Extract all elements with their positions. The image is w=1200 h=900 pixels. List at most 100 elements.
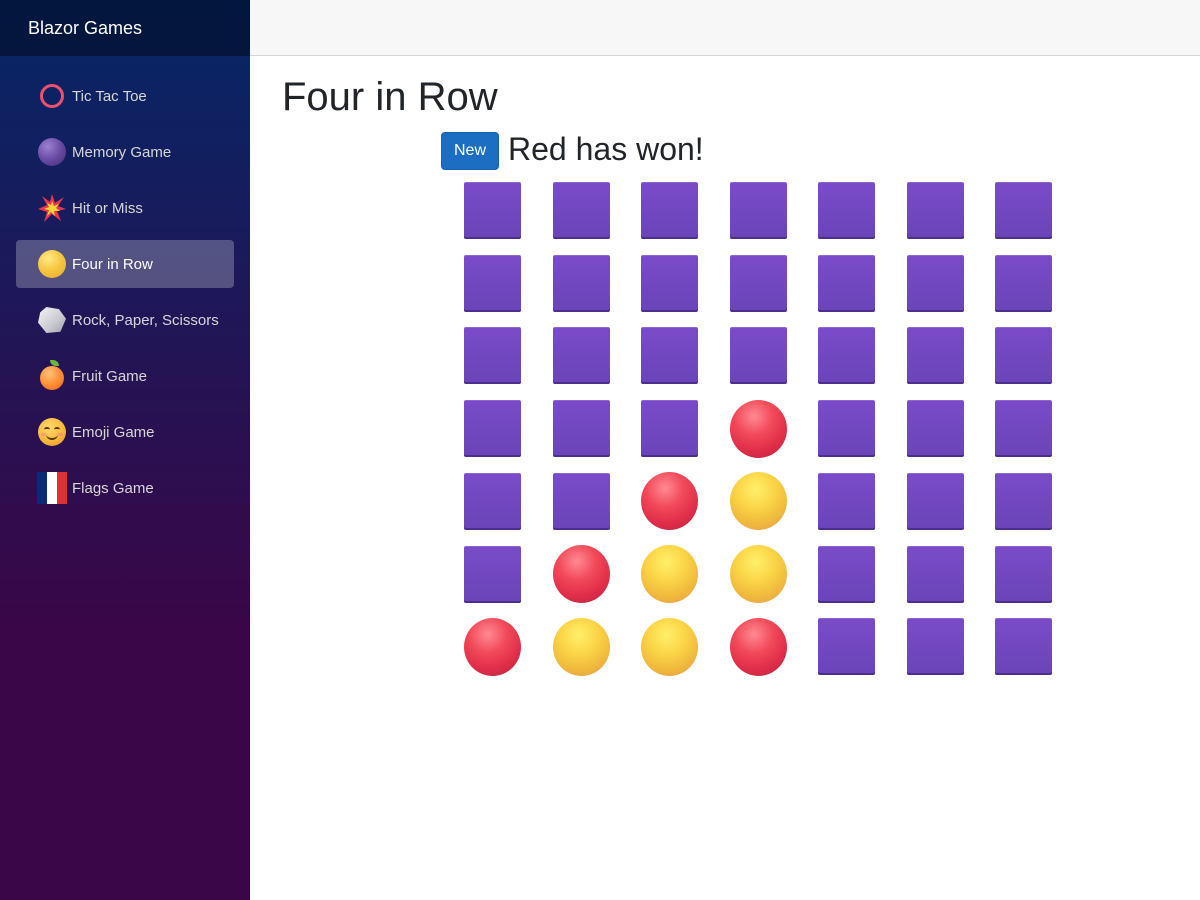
- board-cell[interactable]: [818, 327, 875, 385]
- board-cell[interactable]: [818, 618, 875, 676]
- ring-icon: [37, 81, 67, 111]
- empty-slot: [818, 472, 875, 530]
- nav-item-emoji-game[interactable]: Emoji Game: [16, 408, 234, 456]
- empty-slot: [729, 182, 787, 239]
- game-status: Red has won!: [508, 131, 704, 167]
- board-cell[interactable]: [641, 400, 698, 458]
- board-cell[interactable]: [818, 400, 875, 458]
- red-piece: [729, 617, 787, 676]
- board-cell[interactable]: [464, 327, 521, 385]
- nav-item-tic-tac-toe[interactable]: Tic Tac Toe: [16, 72, 234, 120]
- board-cell[interactable]: [906, 545, 964, 603]
- nav-item-four-in-row[interactable]: Four in Row: [16, 240, 234, 288]
- red-piece: [729, 399, 787, 458]
- empty-slot: [464, 472, 521, 530]
- empty-slot: [995, 400, 1052, 458]
- main-content: Four in Row New Red has won!: [282, 56, 1200, 900]
- nav-item-label: Emoji Game: [72, 423, 155, 441]
- board-cell[interactable]: [729, 254, 787, 312]
- new-game-button[interactable]: New: [441, 132, 499, 170]
- board-cell[interactable]: [552, 617, 610, 676]
- board-cell[interactable]: [906, 327, 964, 385]
- board-cell[interactable]: [995, 618, 1052, 676]
- empty-slot: [552, 400, 610, 458]
- empty-slot: [906, 182, 964, 239]
- empty-slot: [464, 400, 521, 458]
- board-cell[interactable]: [464, 254, 521, 312]
- brand-link[interactable]: Blazor Games: [28, 18, 142, 39]
- empty-slot: [995, 618, 1052, 676]
- nav-menu: Tic Tac Toe Memory Game Hit or Miss Four…: [0, 56, 250, 512]
- board-cell[interactable]: [552, 182, 610, 239]
- board-cell[interactable]: [464, 472, 521, 530]
- empty-slot: [464, 182, 521, 239]
- nav-item-memory-game[interactable]: Memory Game: [16, 128, 234, 176]
- nav-item-label: Memory Game: [72, 143, 172, 161]
- board-cell[interactable]: [995, 327, 1052, 385]
- empty-slot: [818, 400, 875, 458]
- board-cell[interactable]: [641, 254, 698, 312]
- board-cell[interactable]: [818, 254, 875, 312]
- board-cell[interactable]: [906, 254, 964, 312]
- board-cell[interactable]: [906, 400, 964, 458]
- smiling-face-icon: [37, 417, 67, 447]
- board-cell[interactable]: [906, 182, 964, 239]
- yellow-piece: [729, 472, 787, 531]
- board-cell[interactable]: [729, 399, 787, 458]
- empty-slot: [906, 327, 964, 385]
- top-bar: [250, 0, 1200, 56]
- empty-slot: [464, 545, 521, 603]
- board-cell[interactable]: [464, 400, 521, 458]
- board-cell[interactable]: [552, 545, 610, 603]
- rock-icon: [37, 305, 67, 335]
- empty-slot: [906, 545, 964, 603]
- board-cell[interactable]: [552, 254, 610, 312]
- board-cell[interactable]: [641, 617, 698, 676]
- board-cell[interactable]: [552, 472, 610, 530]
- board-cell[interactable]: [552, 400, 610, 458]
- red-piece: [464, 617, 521, 676]
- nav-item-label: Four in Row: [72, 255, 153, 273]
- board-cell[interactable]: [729, 182, 787, 239]
- empty-slot: [729, 327, 787, 385]
- board-cell[interactable]: [818, 182, 875, 239]
- nav-item-flags-game[interactable]: Flags Game: [16, 464, 234, 512]
- board-cell[interactable]: [729, 545, 787, 603]
- board-cell[interactable]: [995, 182, 1052, 239]
- collision-icon: [37, 193, 67, 223]
- board-cell[interactable]: [464, 182, 521, 239]
- nav-item-hit-or-miss[interactable]: Hit or Miss: [16, 184, 234, 232]
- board-cell[interactable]: [729, 617, 787, 676]
- board-cell[interactable]: [464, 545, 521, 603]
- empty-slot: [641, 254, 698, 312]
- board-cell[interactable]: [906, 472, 964, 530]
- empty-slot: [995, 545, 1052, 603]
- empty-slot: [552, 472, 610, 530]
- board-cell[interactable]: [641, 182, 698, 239]
- board-cell[interactable]: [552, 327, 610, 385]
- empty-slot: [818, 254, 875, 312]
- board-cell[interactable]: [995, 472, 1052, 530]
- board-cell[interactable]: [995, 545, 1052, 603]
- nav-item-label: Rock, Paper, Scissors: [72, 311, 219, 329]
- board-cell[interactable]: [995, 254, 1052, 312]
- empty-slot: [906, 472, 964, 530]
- board-cell[interactable]: [641, 472, 698, 531]
- board-cell[interactable]: [729, 327, 787, 385]
- nav-item-fruit-game[interactable]: Fruit Game: [16, 352, 234, 400]
- board-cell[interactable]: [641, 545, 698, 603]
- board-cell[interactable]: [464, 617, 521, 676]
- empty-slot: [729, 254, 787, 312]
- board-cell[interactable]: [818, 545, 875, 603]
- board-cell[interactable]: [995, 400, 1052, 458]
- brand-bar: Blazor Games: [0, 0, 250, 56]
- board-cell[interactable]: [818, 472, 875, 530]
- empty-slot: [552, 254, 610, 312]
- empty-slot: [818, 545, 875, 603]
- board-cell[interactable]: [906, 618, 964, 676]
- nav-item-rock-paper-scissors[interactable]: Rock, Paper, Scissors: [16, 296, 234, 344]
- yellow-piece: [641, 545, 698, 603]
- board-cell[interactable]: [729, 472, 787, 531]
- empty-slot: [906, 618, 964, 676]
- board-cell[interactable]: [641, 327, 698, 385]
